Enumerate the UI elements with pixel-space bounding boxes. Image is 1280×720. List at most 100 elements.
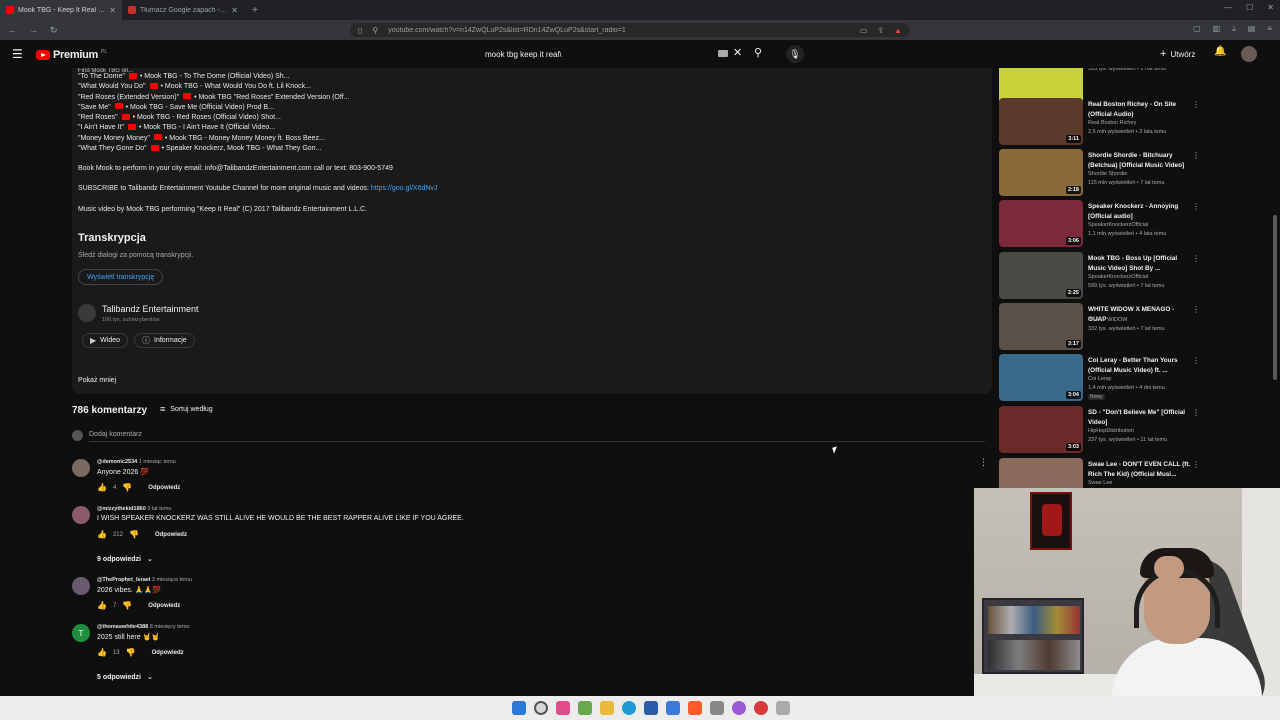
comment-author[interactable]: @TheProphet_Israel (97, 577, 150, 583)
channel-name[interactable]: Talibandz Entertainment (102, 304, 199, 314)
video-menu-icon[interactable]: ⋮ (1192, 356, 1200, 365)
comment-author[interactable]: @mizzythekid1860 (97, 506, 146, 512)
overflow-icon[interactable] (776, 701, 790, 715)
videos-button[interactable]: ▶ Wideo (82, 333, 128, 348)
address-bar[interactable]: ▯ ⚲ youtube.com/watch?v=n14ZwQLuP2s&list… (350, 23, 910, 37)
close-window-icon[interactable]: ✕ (1267, 3, 1274, 12)
track-video-link[interactable]: • Mook TBG - To The Dome (Official Video… (140, 73, 290, 80)
account-avatar[interactable] (1241, 46, 1257, 62)
track-video-link[interactable]: • Mook TBG - Save Me (Official Video) Pr… (126, 104, 274, 111)
track-video-link[interactable]: • Mook TBG - I Ain't Have It (Official V… (139, 124, 275, 131)
browser-tab-youtube[interactable]: Mook TBG - Keep It Real (Offici... ✕ (0, 0, 122, 20)
recommended-video[interactable]: 3:11 Real Boston Richey - On Site (Offici… (999, 98, 1269, 146)
video-menu-icon[interactable]: ⋮ (1192, 460, 1200, 469)
recommended-video[interactable]: 2:25 Mook TBG - Boss Up [Official Music V… (999, 252, 1269, 300)
video-thumbnail[interactable] (999, 458, 1083, 488)
guide-menu-icon[interactable]: ☰ (12, 47, 23, 61)
sort-button[interactable]: ≡ Sortuj według (160, 404, 213, 414)
search-taskbar-icon[interactable] (534, 701, 548, 715)
recommended-video[interactable]: 3:17 WHITE WIDOW X MENAGO - GUAP WHITE WID… (999, 303, 1269, 351)
dislike-icon[interactable]: 👎 (126, 648, 136, 657)
video-menu-icon[interactable]: ⋮ (1192, 254, 1200, 263)
show-replies-button[interactable]: 5 odpowiedzi ⌄ (97, 673, 153, 682)
track-video-link[interactable]: • Mook TBG - What Would You Do ft. Lil K… (161, 83, 311, 90)
track-video-link[interactable]: • Mook TBG - Money Money Money ft. Boss … (165, 135, 325, 142)
dislike-icon[interactable]: 👎 (122, 483, 132, 492)
sidebar-icon[interactable]: ▥ (1213, 24, 1221, 34)
video-channel[interactable]: SpeakerKnockerzOfficial (1088, 274, 1148, 280)
widgets-icon[interactable] (578, 701, 592, 715)
video-channel[interactable]: Coi Leray (1088, 376, 1112, 382)
recommended-video[interactable]: 3:03 SD - "Don't Believe Me" [Official Vi… (999, 406, 1269, 454)
video-thumbnail[interactable]: 3:03 (999, 406, 1083, 453)
video-title[interactable]: Speaker Knockerz - Annoying [Official au… (1088, 202, 1193, 221)
track-video-link[interactable]: • Mook TBG "Red Roses" Extended Version … (194, 94, 349, 101)
video-thumbnail[interactable]: 3:04 (999, 354, 1083, 401)
menu-icon[interactable]: ≡ (1267, 24, 1272, 34)
video-thumbnail[interactable]: 2:18 (999, 149, 1083, 196)
add-comment-input[interactable]: Dodaj komentarz (89, 431, 985, 442)
url-text[interactable]: youtube.com/watch?v=n14ZwQLuP2s&list=RDn… (388, 27, 850, 34)
reload-icon[interactable]: ↻ (50, 25, 58, 36)
video-channel[interactable]: WHITE WIDOW (1088, 317, 1127, 323)
keyboard-icon[interactable] (718, 50, 728, 57)
about-button[interactable]: ⓘ Informacje (134, 333, 195, 348)
video-menu-icon[interactable]: ⋮ (1192, 151, 1200, 160)
new-tab-icon[interactable]: + (244, 5, 266, 16)
site-info-icon[interactable]: ⚲ (372, 26, 378, 35)
brave-shield-icon[interactable]: ▲ (894, 26, 902, 35)
obs-icon[interactable] (754, 701, 768, 715)
like-icon[interactable]: 👍 (97, 483, 107, 492)
comment-time[interactable]: 8 miesięcy temu (150, 624, 190, 630)
video-channel[interactable]: Swae Lee (1088, 480, 1112, 486)
video-channel[interactable]: Shordie Shordie (1088, 171, 1127, 177)
forward-icon[interactable]: → (29, 25, 38, 36)
comment-time[interactable]: 1 miesiąc temu (139, 459, 176, 465)
comment-author[interactable]: @thomaswhite4388 (97, 624, 148, 630)
video-thumbnail[interactable]: 3:11 (999, 98, 1083, 145)
comment-avatar[interactable] (72, 577, 90, 595)
recommended-video[interactable]: 3:04 Coi Leray - Better Than Yours (Offic… (999, 354, 1269, 402)
video-title[interactable]: Shordie Shordie - Bitchuary (Betchua) [O… (1088, 151, 1193, 170)
video-channel[interactable]: Real Boston Richey (1088, 120, 1136, 126)
comment-author[interactable]: @demonic2534 (97, 459, 137, 465)
video-title[interactable]: Swae Lee - DON'T EVEN CALL (ft. Rich The… (1088, 460, 1193, 479)
comment-avatar[interactable] (72, 506, 90, 524)
search-box[interactable] (478, 45, 748, 63)
video-channel[interactable]: SpeakerKnockerzOfficial (1088, 222, 1148, 228)
video-channel[interactable]: HipHopDistribution (1088, 428, 1134, 434)
video-title[interactable]: Real Boston Richey - On Site (Official A… (1088, 100, 1193, 119)
show-transcript-button[interactable]: Wyświetl transkrypcję (78, 269, 164, 285)
video-title[interactable]: Coi Leray - Better Than Yours (Official … (1088, 356, 1193, 375)
back-icon[interactable]: ← (8, 25, 17, 36)
youtube-premium-logo[interactable]: Premium PL (36, 49, 107, 61)
app-icon[interactable] (710, 701, 724, 715)
video-menu-icon[interactable]: ⋮ (1192, 100, 1200, 109)
show-replies-button[interactable]: 9 odpowiedzi ⌄ (97, 555, 153, 564)
track-video-link[interactable]: • Mook TBG - Red Roses (Official Video) … (133, 114, 281, 121)
video-menu-icon[interactable]: ⋮ (1192, 202, 1200, 211)
notifications-icon[interactable]: 🔔 (1214, 46, 1226, 57)
dislike-icon[interactable]: 👎 (129, 530, 139, 539)
microphone-icon[interactable]: 🎙 (786, 45, 804, 63)
mail-icon[interactable] (666, 701, 680, 715)
store-icon[interactable] (644, 701, 658, 715)
close-tab-icon[interactable]: ✕ (231, 6, 238, 15)
like-icon[interactable]: 👍 (97, 648, 107, 657)
recommended-video[interactable]: 2:18 Shordie Shordie - Bitchuary (Betchua… (999, 149, 1269, 197)
start-icon[interactable] (512, 701, 526, 715)
clear-search-icon[interactable]: ✕ (733, 46, 742, 59)
search-input[interactable] (478, 45, 748, 63)
extensions-icon[interactable]: ▢ (1193, 24, 1201, 34)
like-icon[interactable]: 👍 (97, 601, 107, 610)
video-thumbnail[interactable]: 3:17 (999, 303, 1083, 350)
track-video-link[interactable]: • Speaker Knockerz, Mook TBG - What They… (162, 145, 322, 152)
video-menu-icon[interactable]: ⋮ (1192, 305, 1200, 314)
subscribe-link[interactable]: https://goo.gl/X6dNvJ (371, 185, 438, 192)
copilot-icon[interactable] (556, 701, 570, 715)
minimize-icon[interactable]: — (1224, 3, 1232, 12)
wallet-icon[interactable]: ▤ (1248, 24, 1256, 34)
video-title[interactable]: Mook TBG - Boss Up [Official Music Video… (1088, 254, 1193, 273)
create-button[interactable]: + Utwórz (1160, 48, 1195, 60)
page-scrollbar[interactable] (1273, 215, 1277, 380)
